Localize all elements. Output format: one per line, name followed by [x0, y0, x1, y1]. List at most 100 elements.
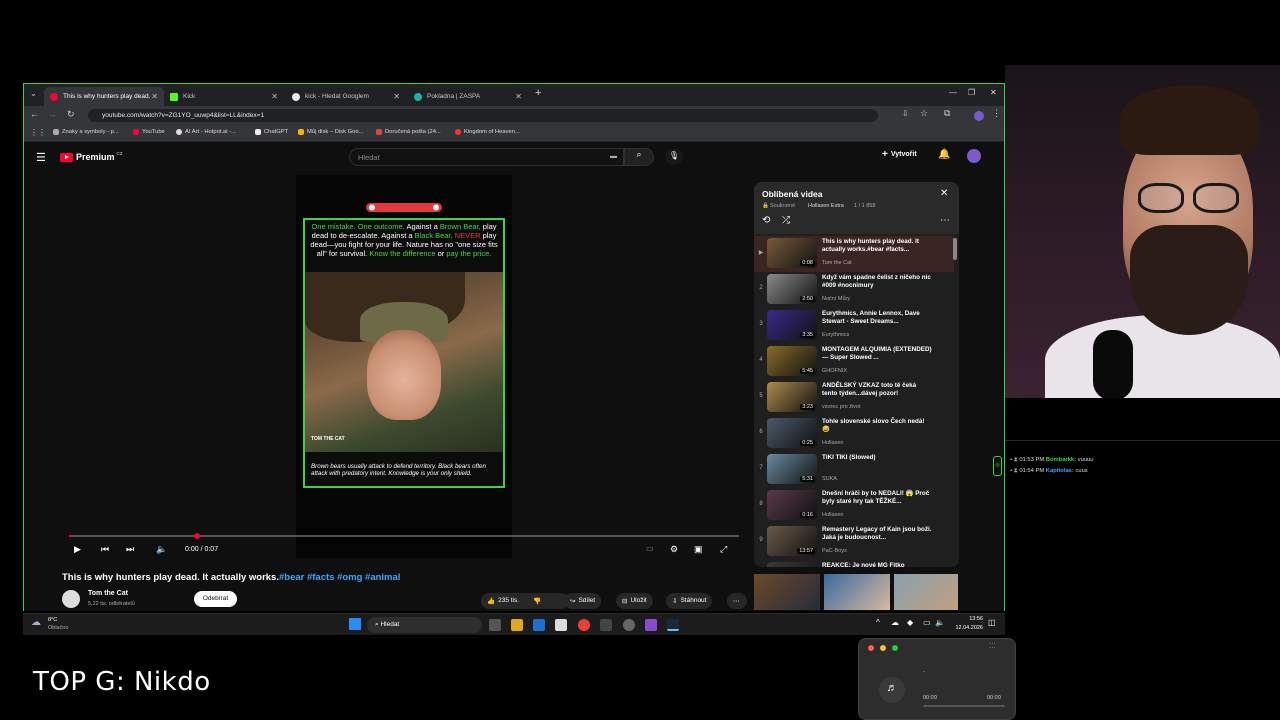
more-actions-button[interactable]: ⋯ — [727, 593, 747, 609]
bookmark-item[interactable]: Znaky a symboly - p... — [53, 129, 119, 135]
task-view-icon[interactable] — [489, 619, 501, 631]
clock-date[interactable]: 12.04.2026 — [946, 625, 983, 631]
playlist-item[interactable]: 3 3:35 Eurythmics, Annie Lennox, Dave Stew… — [754, 308, 954, 344]
steam-icon[interactable] — [667, 619, 679, 631]
notification-center-icon[interactable]: ◫ — [988, 618, 996, 627]
tab-zaspa[interactable]: Pokladna | ZASPA ✕ — [408, 87, 528, 106]
windows-start-icon[interactable] — [349, 618, 361, 630]
video-progress-bar[interactable] — [69, 533, 739, 539]
play-icon[interactable]: ▶ — [74, 544, 81, 555]
related-thumbnail[interactable] — [894, 574, 958, 610]
app-icon[interactable] — [600, 619, 612, 631]
miniplayer-icon[interactable]: ▣ — [694, 544, 703, 555]
forward-icon[interactable]: → — [48, 109, 57, 119]
tray-cloud-icon[interactable]: ☁ — [891, 618, 899, 627]
app-icon[interactable] — [645, 619, 657, 631]
weather-temp[interactable]: 8°C — [48, 617, 57, 623]
tray-chevron-icon[interactable]: ^ — [876, 618, 880, 627]
channel-name[interactable]: Tom the Cat — [88, 590, 128, 597]
profile-avatar-icon[interactable] — [974, 111, 984, 121]
bookmark-item[interactable]: AI Art - Hotpot.ai -... — [176, 129, 236, 135]
close-tab-icon[interactable]: ✕ — [393, 92, 400, 101]
chat-user[interactable]: Bombarkk: — [1046, 457, 1076, 463]
player-progress-bar[interactable] — [923, 705, 1005, 707]
bookmark-item[interactable]: Kingdom of Heaven... — [455, 129, 520, 135]
apps-grid-icon[interactable]: ⋮⋮ — [30, 128, 46, 137]
back-icon[interactable]: ← — [30, 109, 39, 119]
install-app-icon[interactable]: ⇩ — [902, 109, 909, 118]
minimize-dot-icon[interactable] — [880, 645, 886, 651]
search-button[interactable]: ⌕ — [624, 148, 654, 166]
playlist-item[interactable]: 9 13:57 Remastery Legacy of Kain jsou boží… — [754, 524, 954, 560]
playlist-menu-icon[interactable]: ⋯ — [940, 215, 950, 226]
playlist-item[interactable]: 4 5:45 MONTAGEM ALQUIMIA (EXTENDED) — Supe… — [754, 344, 954, 380]
app-icon[interactable] — [623, 619, 635, 631]
playlist-item[interactable]: 8 0:16 Dnešní hráči by to NEDALI! 😱 Proč b… — [754, 488, 954, 524]
download-button[interactable]: ⇩ Stáhnout — [666, 593, 713, 609]
save-button[interactable]: ⊟ Uložit — [616, 593, 653, 609]
chrome-icon[interactable] — [578, 619, 590, 631]
clock-time[interactable]: 13:56 — [953, 616, 983, 622]
like-count[interactable]: 235 tis. — [498, 597, 519, 609]
close-window-icon[interactable]: ✕ — [990, 88, 997, 97]
close-dot-icon[interactable] — [868, 645, 874, 651]
playlist-title[interactable]: Oblíbená videa — [762, 189, 822, 199]
volume-icon[interactable]: 🔈 — [156, 544, 167, 555]
shuffle-icon[interactable]: ⤮ — [782, 215, 790, 226]
close-tab-icon[interactable]: ✕ — [151, 92, 158, 101]
youtube-premium-logo[interactable]: Premium CZ — [60, 151, 123, 162]
playlist-item[interactable]: 5 3:23 ANDĚLSKÝ VZKAZ toto tě čeká tento t… — [754, 380, 954, 416]
bookmark-item[interactable]: YouTube — [133, 129, 165, 135]
url-input[interactable]: youtube.com/watch?v=ZG1YO_uuwp4&list=LL&… — [88, 109, 878, 122]
new-tab-button[interactable]: + — [535, 87, 541, 99]
tab-youtube[interactable]: This is why hunters play dead. ✕ — [44, 87, 164, 106]
playlist-owner[interactable]: Hollasen Extra — [808, 203, 844, 209]
loop-icon[interactable]: ⟲ — [762, 215, 770, 226]
like-icon[interactable]: 👍 — [487, 597, 495, 609]
next-icon[interactable]: ⏭ — [126, 544, 134, 555]
settings-gear-icon[interactable]: ⚙ — [670, 544, 678, 555]
grip-icon[interactable]: ⁚⁚⁚ — [989, 642, 996, 650]
outlook-icon[interactable] — [533, 619, 545, 631]
fullscreen-icon[interactable]: ⤢ — [720, 544, 727, 555]
app-icon[interactable] — [555, 619, 567, 631]
playlist-scrollbar[interactable] — [953, 238, 957, 260]
subscribe-button[interactable]: Odebírat — [194, 591, 237, 607]
progress-scrubber[interactable] — [194, 533, 200, 539]
playlist-item[interactable]: 7 5:31 TIKI TIKI (Slowed) SUKA. — [754, 452, 954, 488]
playlist-item[interactable]: ▶ 0:08 This is why hunters play dead. It a… — [754, 236, 954, 272]
notifications-bell-icon[interactable]: 🔔 — [938, 149, 950, 160]
bookmark-item[interactable]: Můj disk – Disk Goo... — [298, 129, 363, 135]
taskbar-search[interactable]: ⌕ Hledat — [367, 617, 482, 633]
related-thumbnail[interactable] — [824, 574, 890, 610]
file-explorer-icon[interactable] — [511, 619, 523, 631]
related-thumbnail[interactable] — [754, 574, 820, 610]
channel-avatar[interactable] — [62, 590, 80, 608]
bookmark-item[interactable]: ChatGPT — [255, 129, 288, 135]
voice-search-icon[interactable]: 🎙 — [665, 149, 683, 165]
dislike-icon[interactable]: 👎 — [533, 597, 541, 609]
close-tab-icon[interactable]: ✕ — [271, 92, 278, 101]
playlist-item[interactable]: 2 2:50 Když vám spadne čelist z ničeho nic… — [754, 272, 954, 308]
search-input[interactable]: Hledat ▬ — [349, 148, 624, 166]
hamburger-menu-icon[interactable]: ☰ — [36, 151, 46, 164]
bookmark-item[interactable]: Doručená pošta (24... — [376, 129, 441, 135]
minimize-icon[interactable]: — — [949, 88, 957, 97]
tab-search-icon[interactable]: ⌄ — [30, 89, 37, 98]
maximize-dot-icon[interactable] — [892, 645, 898, 651]
speaker-icon[interactable]: 🔈 — [935, 618, 945, 627]
playlist-item[interactable]: 10REAKCE: Je nové MG Fitko — [754, 560, 954, 567]
close-tab-icon[interactable]: ✕ — [515, 92, 522, 101]
extensions-icon[interactable]: ⧉ — [944, 108, 950, 119]
keyboard-icon[interactable]: ▬ — [610, 153, 617, 160]
user-avatar-icon[interactable] — [967, 149, 981, 163]
maximize-icon[interactable]: ❐ — [968, 88, 975, 97]
menu-dots-icon[interactable]: ⋮ — [992, 108, 1001, 119]
close-playlist-icon[interactable]: ✕ — [940, 188, 948, 199]
playlist-item[interactable]: 6 0:25 Tohle slovenské slovo Čech nedá! 😅 H… — [754, 416, 954, 452]
bookmark-star-icon[interactable]: ☆ — [920, 108, 928, 119]
share-button[interactable]: ↪ Sdílet — [564, 593, 602, 609]
create-button[interactable]: + Vytvořit — [882, 149, 917, 162]
network-icon[interactable]: ▭ — [923, 618, 931, 627]
reload-icon[interactable]: ↻ — [67, 109, 75, 120]
